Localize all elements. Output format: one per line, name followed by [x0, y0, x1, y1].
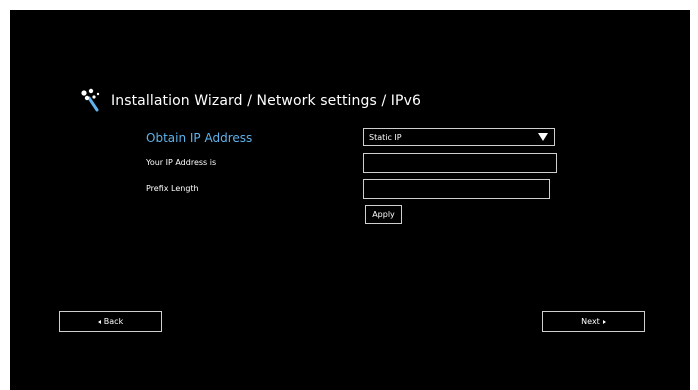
wizard-screen: Installation Wizard / Network settings /…: [10, 10, 690, 390]
page-header: Installation Wizard / Network settings /…: [80, 88, 421, 114]
dropdown-arrow-icon: [538, 133, 548, 141]
ip-address-input[interactable]: [363, 153, 557, 173]
prefix-length-input[interactable]: [363, 179, 550, 199]
arrow-right-icon: [602, 319, 606, 324]
page-title: Installation Wizard / Network settings /…: [111, 93, 421, 109]
obtain-ip-selected-value: Static IP: [369, 133, 402, 142]
ip-address-label: Your IP Address is: [146, 158, 217, 167]
next-button-label: Next: [581, 317, 600, 326]
arrow-left-icon: [97, 319, 101, 324]
back-button[interactable]: Back: [59, 311, 162, 332]
magic-wand-icon: [80, 88, 110, 114]
back-button-label: Back: [103, 317, 124, 326]
apply-button-label: Apply: [372, 210, 395, 219]
next-button[interactable]: Next: [542, 311, 645, 332]
apply-button[interactable]: Apply: [365, 205, 402, 224]
obtain-ip-select[interactable]: Static IP: [363, 128, 555, 146]
obtain-ip-label: Obtain IP Address: [146, 131, 253, 145]
prefix-length-label: Prefix Length: [146, 184, 199, 193]
